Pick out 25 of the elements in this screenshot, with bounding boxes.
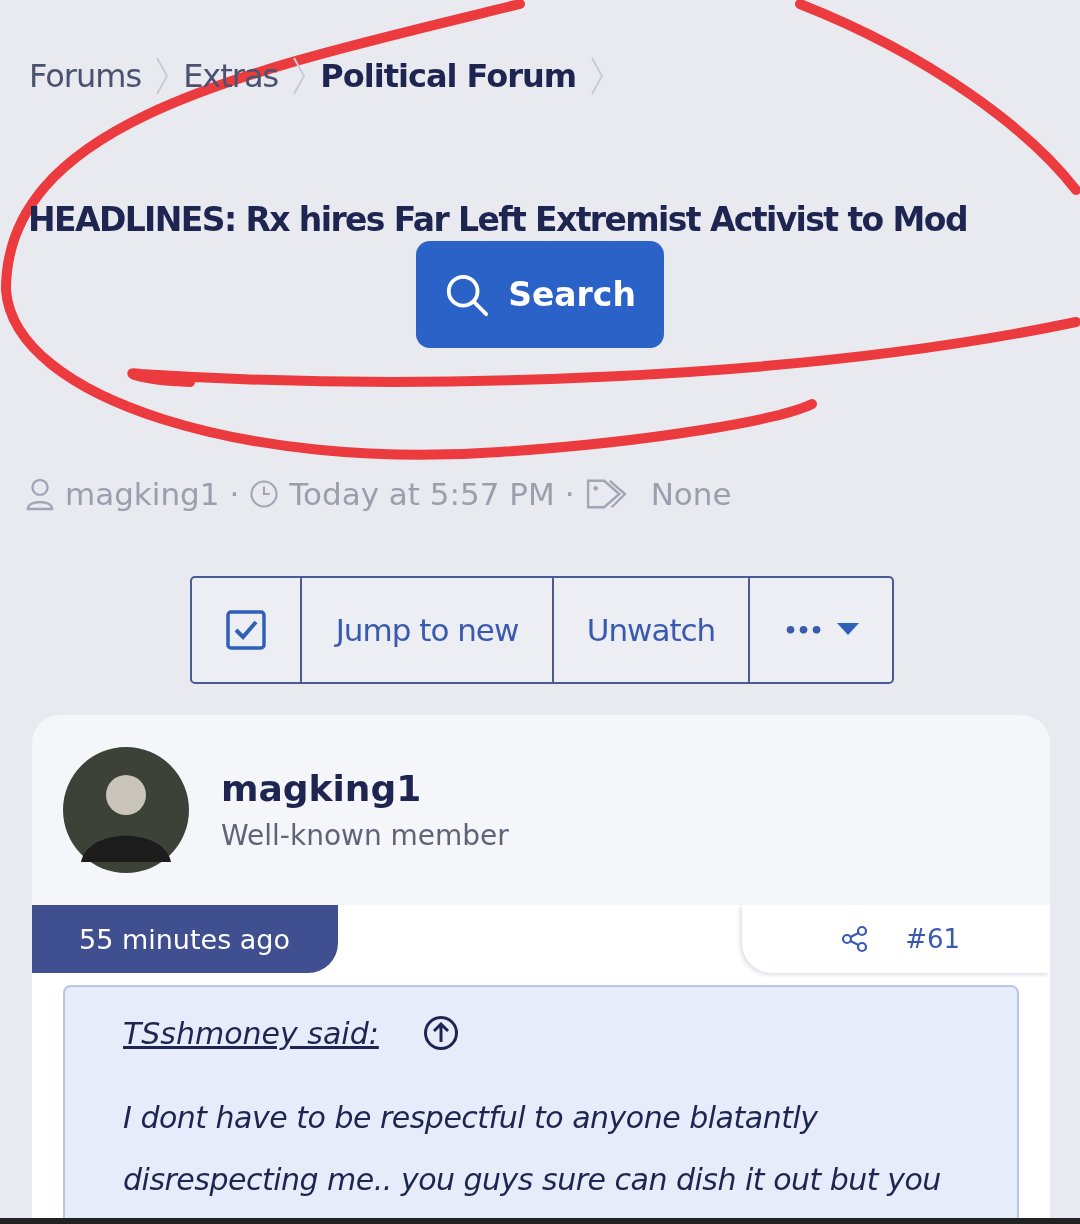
separator: · [229,476,240,512]
quote-text: I dont have to be respectful to anyone blatantly disrespecting me.. you guys sure can dish it out but you [123,1099,942,1199]
breadcrumb-link[interactable]: Forums [29,57,142,95]
share-icon[interactable] [841,925,870,953]
tags-icon [584,477,629,511]
post-number[interactable]: #61 [905,924,960,954]
chevron-icon [590,55,605,97]
user-icon [25,477,55,511]
chevron-icon [292,55,307,97]
user-title: Well-known member [221,819,509,852]
quote-author-link[interactable]: TSshmoney said: [123,1015,379,1051]
breadcrumb-link[interactable]: Political Forum [320,57,577,95]
chevron-icon [155,55,170,97]
caret-icon [836,623,859,637]
post-date[interactable]: 55 minutes ago [32,905,338,973]
action-button[interactable]: Jump to new [302,578,554,682]
action-button[interactable]: Unwatch [554,578,750,682]
more-button[interactable]: ••• [750,578,892,682]
search-button[interactable]: Search [416,241,664,348]
separator: · [564,476,575,512]
username[interactable]: magking1 [221,768,509,809]
arrow-up-icon[interactable] [422,1015,459,1051]
post-time: Today at 5:57 PM [289,476,555,512]
tags-value: None [650,476,732,512]
thread-title: HEADLINES: Rx hires Far Left Extremist Activist to Mod [27,200,968,239]
